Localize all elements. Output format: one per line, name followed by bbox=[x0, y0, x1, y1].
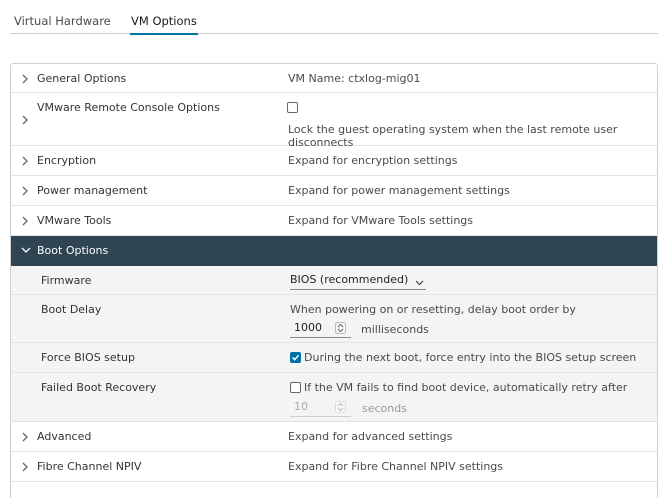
power-management-value: Expand for power management settings bbox=[288, 184, 510, 197]
encryption-value: Expand for encryption settings bbox=[288, 154, 458, 167]
vmware-tools-label: VMware Tools bbox=[37, 214, 112, 227]
vmrc-options-label: VMware Remote Console Options bbox=[37, 101, 220, 114]
encryption-row[interactable]: Encryption Expand for encryption setting… bbox=[11, 146, 657, 176]
tab-vm-options[interactable]: VM Options bbox=[130, 14, 198, 35]
boot-delay-label: Boot Delay bbox=[41, 303, 102, 316]
stepper-arrows-icon[interactable] bbox=[335, 322, 346, 334]
fibre-channel-value: Expand for Fibre Channel NPIV settings bbox=[288, 460, 504, 473]
vm-options-panel: General Options VM Name: ctxlog-mig01 VM… bbox=[10, 63, 658, 498]
power-management-row[interactable]: Power management Expand for power manage… bbox=[11, 176, 657, 206]
fibre-channel-row[interactable]: Fibre Channel NPIV Expand for Fibre Chan… bbox=[11, 452, 657, 482]
retry-delay-value: 10 bbox=[294, 400, 308, 413]
advanced-value: Expand for advanced settings bbox=[288, 430, 453, 443]
chevron-right-icon[interactable] bbox=[21, 156, 31, 166]
vmware-tools-value: Expand for VMware Tools settings bbox=[288, 214, 474, 227]
force-bios-row: Force BIOS setup During the next boot, f… bbox=[11, 343, 657, 373]
boot-delay-description: When powering on or resetting, delay boo… bbox=[290, 303, 576, 316]
boot-options-label: Boot Options bbox=[37, 244, 109, 257]
firmware-row: Firmware BIOS (recommended) bbox=[11, 266, 657, 295]
firmware-selected-value: BIOS (recommended) bbox=[290, 273, 409, 286]
chevron-down-icon[interactable] bbox=[21, 246, 31, 256]
tab-virtual-hardware[interactable]: Virtual Hardware bbox=[14, 14, 111, 28]
failed-boot-recovery-checkbox[interactable] bbox=[290, 382, 301, 393]
boot-options-header[interactable]: Boot Options bbox=[11, 236, 657, 266]
fibre-channel-label: Fibre Channel NPIV bbox=[37, 460, 142, 473]
general-options-row[interactable]: General Options VM Name: ctxlog-mig01 bbox=[11, 64, 657, 93]
chevron-right-icon[interactable] bbox=[21, 432, 31, 442]
failed-boot-recovery-label: Failed Boot Recovery bbox=[41, 381, 157, 394]
chevron-right-icon[interactable] bbox=[21, 115, 31, 125]
chevron-right-icon[interactable] bbox=[21, 216, 31, 226]
boot-delay-row: Boot Delay When powering on or resetting… bbox=[11, 295, 657, 343]
encryption-label: Encryption bbox=[37, 154, 97, 167]
advanced-label: Advanced bbox=[37, 430, 92, 443]
chevron-right-icon[interactable] bbox=[21, 186, 31, 196]
failed-boot-recovery-row: Failed Boot Recovery If the VM fails to … bbox=[11, 373, 657, 422]
advanced-row[interactable]: Advanced Expand for advanced settings bbox=[11, 422, 657, 452]
boot-delay-units: milliseconds bbox=[361, 323, 429, 336]
vm-name-value: VM Name: ctxlog-mig01 bbox=[288, 72, 421, 85]
boot-delay-input[interactable]: 1000 bbox=[290, 319, 351, 338]
chevron-down-icon bbox=[415, 275, 424, 291]
boot-delay-value: 1000 bbox=[294, 321, 322, 334]
retry-delay-input: 10 bbox=[290, 398, 351, 417]
power-management-label: Power management bbox=[37, 184, 148, 197]
firmware-select[interactable]: BIOS (recommended) bbox=[290, 272, 427, 291]
stepper-arrows-icon bbox=[335, 401, 346, 413]
chevron-right-icon[interactable] bbox=[21, 462, 31, 472]
vmware-tools-row[interactable]: VMware Tools Expand for VMware Tools set… bbox=[11, 206, 657, 236]
retry-delay-units: seconds bbox=[362, 402, 407, 415]
force-bios-label: Force BIOS setup bbox=[41, 351, 135, 364]
lock-guest-os-checkbox[interactable] bbox=[287, 102, 298, 113]
general-options-label: General Options bbox=[37, 72, 127, 85]
chevron-right-icon[interactable] bbox=[21, 74, 31, 84]
force-bios-checkbox[interactable] bbox=[290, 352, 301, 363]
vmrc-options-row: VMware Remote Console Options Lock the g… bbox=[11, 93, 657, 149]
tab-bar: Virtual Hardware VM Options bbox=[10, 0, 658, 35]
failed-boot-recovery-text: If the VM fails to find boot device, aut… bbox=[304, 381, 628, 394]
firmware-label: Firmware bbox=[41, 274, 92, 287]
force-bios-text: During the next boot, force entry into t… bbox=[304, 351, 637, 364]
